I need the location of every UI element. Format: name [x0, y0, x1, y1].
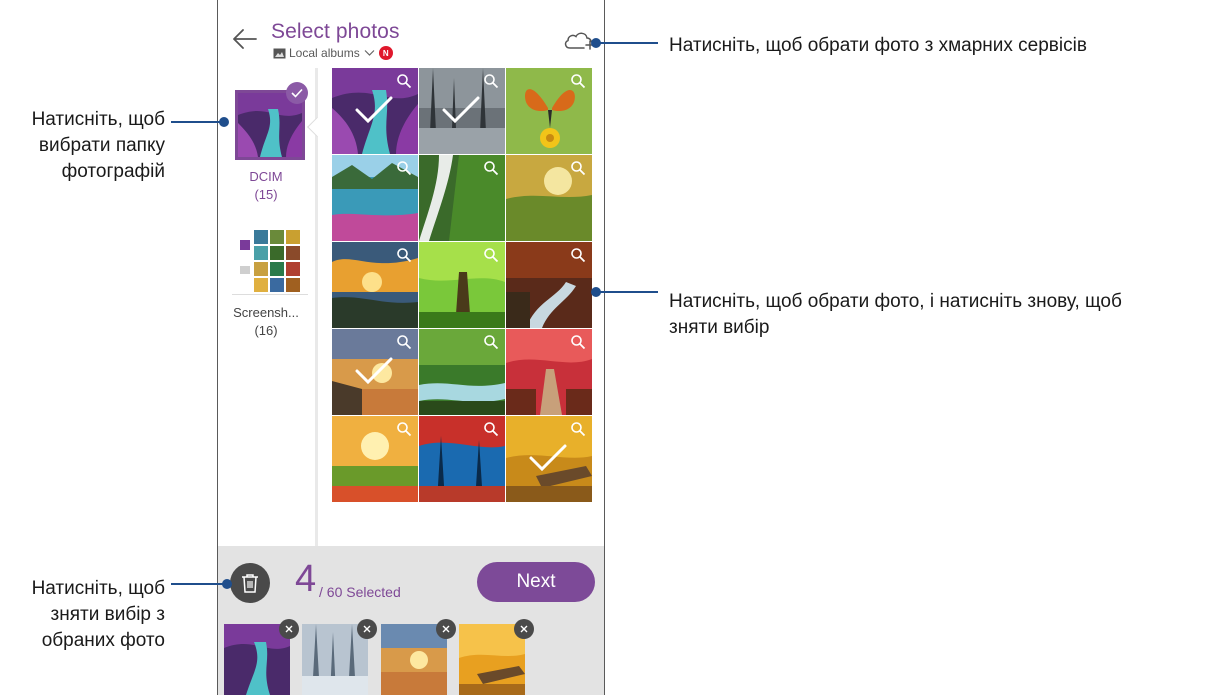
callout-folder-line3: фотографій — [61, 161, 165, 182]
photo-cell[interactable] — [419, 155, 505, 241]
trash-icon — [242, 574, 258, 593]
remove-photo-button[interactable] — [357, 619, 377, 639]
remove-photo-button[interactable] — [436, 619, 456, 639]
callout-grid-line2: зняти вибір — [669, 317, 770, 338]
next-button[interactable]: Next — [477, 562, 595, 602]
check-icon — [442, 96, 480, 124]
selected-count: 4 — [295, 558, 317, 600]
folder-name: Screensh... — [233, 305, 299, 320]
screenshots-collage-icon — [236, 228, 302, 294]
photo-cell[interactable] — [506, 155, 592, 241]
selected-thumb[interactable] — [459, 619, 534, 695]
photo-cell[interactable] — [419, 68, 505, 154]
callout-dot-folder — [219, 117, 229, 127]
callout-line-trash — [171, 583, 225, 585]
photo-cell[interactable] — [419, 242, 505, 328]
close-icon — [442, 625, 450, 633]
folder-count: (15) — [254, 187, 278, 202]
selected-thumb[interactable] — [381, 619, 456, 695]
zoom-icon[interactable] — [396, 247, 412, 263]
source-selector[interactable]: Local albums N — [273, 46, 393, 60]
callout-line-grid — [598, 291, 658, 293]
photo-cell[interactable] — [332, 242, 418, 328]
callout-folder-line2: вибрати папку — [38, 135, 165, 156]
folder-selected-check-icon — [286, 82, 308, 104]
zoom-icon[interactable] — [483, 421, 499, 437]
folder-panel-divider — [315, 68, 318, 546]
zoom-icon[interactable] — [396, 421, 412, 437]
photo-grid — [332, 68, 593, 504]
zoom-icon[interactable] — [570, 160, 586, 176]
zoom-icon[interactable] — [570, 73, 586, 89]
zoom-icon[interactable] — [570, 247, 586, 263]
zoom-icon[interactable] — [483, 160, 499, 176]
close-icon — [363, 625, 371, 633]
callout-trash-line1: Натисніть, щоб — [31, 578, 165, 599]
photo-cell[interactable] — [332, 155, 418, 241]
close-icon — [520, 625, 528, 633]
zoom-icon[interactable] — [570, 334, 586, 350]
callout-line-cloud — [598, 42, 658, 44]
page-title: Select photos — [271, 20, 400, 43]
callout-trash-line2: зняти вибір з — [50, 604, 165, 625]
app-header: Select photos Local albums N — [218, 0, 604, 68]
album-icon — [273, 48, 286, 58]
callout-dot-trash — [222, 579, 232, 589]
folder-item-screenshots[interactable]: Screensh... (16) — [218, 218, 314, 358]
selected-thumb[interactable] — [224, 619, 299, 695]
photo-cell[interactable] — [419, 329, 505, 415]
folder-item-dcim[interactable]: DCIM (15) — [218, 68, 314, 208]
callout-cloud: Натисніть, щоб обрати фото з хмарних сер… — [669, 35, 1087, 56]
photo-cell[interactable] — [332, 68, 418, 154]
photo-cell[interactable] — [506, 68, 592, 154]
source-label: Local albums — [289, 46, 360, 60]
folder-count: (16) — [254, 323, 278, 338]
selection-bar: 4 / 60 Selected Next — [218, 546, 604, 695]
photo-cell[interactable] — [419, 416, 505, 502]
folder-thumbnail — [236, 228, 302, 294]
folder-name: DCIM — [249, 169, 283, 184]
chevron-down-icon — [364, 50, 375, 56]
clear-selection-button[interactable] — [230, 563, 270, 603]
callout-grid-line1: Натисніть, щоб обрати фото, і натисніть … — [669, 291, 1122, 312]
zoom-icon[interactable] — [483, 334, 499, 350]
check-icon — [355, 357, 393, 385]
selected-total-label: / 60 Selected — [319, 584, 401, 600]
callout-trash-line3: обраних фото — [41, 630, 165, 651]
folder-list: DCIM (15) Screensh... (16) — [218, 68, 316, 546]
photo-cell[interactable] — [332, 329, 418, 415]
zoom-icon[interactable] — [483, 73, 499, 89]
photo-cell[interactable] — [506, 242, 592, 328]
selected-thumb[interactable] — [302, 619, 377, 695]
zoom-icon[interactable] — [396, 73, 412, 89]
check-icon — [529, 444, 567, 472]
close-icon — [285, 625, 293, 633]
photo-cell[interactable] — [506, 416, 592, 502]
zoom-icon[interactable] — [396, 334, 412, 350]
photo-cell[interactable] — [332, 416, 418, 502]
phone-screen: Select photos Local albums N DCIM (15) S… — [217, 0, 605, 695]
callout-folder-line1: Натисніть, щоб — [31, 109, 165, 130]
back-arrow-icon[interactable] — [230, 24, 260, 54]
zoom-icon[interactable] — [570, 421, 586, 437]
remove-photo-button[interactable] — [279, 619, 299, 639]
new-badge: N — [378, 46, 393, 60]
check-icon — [355, 96, 393, 124]
remove-photo-button[interactable] — [514, 619, 534, 639]
callout-line-folder — [171, 121, 223, 123]
photo-cell[interactable] — [506, 329, 592, 415]
zoom-icon[interactable] — [483, 247, 499, 263]
zoom-icon[interactable] — [396, 160, 412, 176]
